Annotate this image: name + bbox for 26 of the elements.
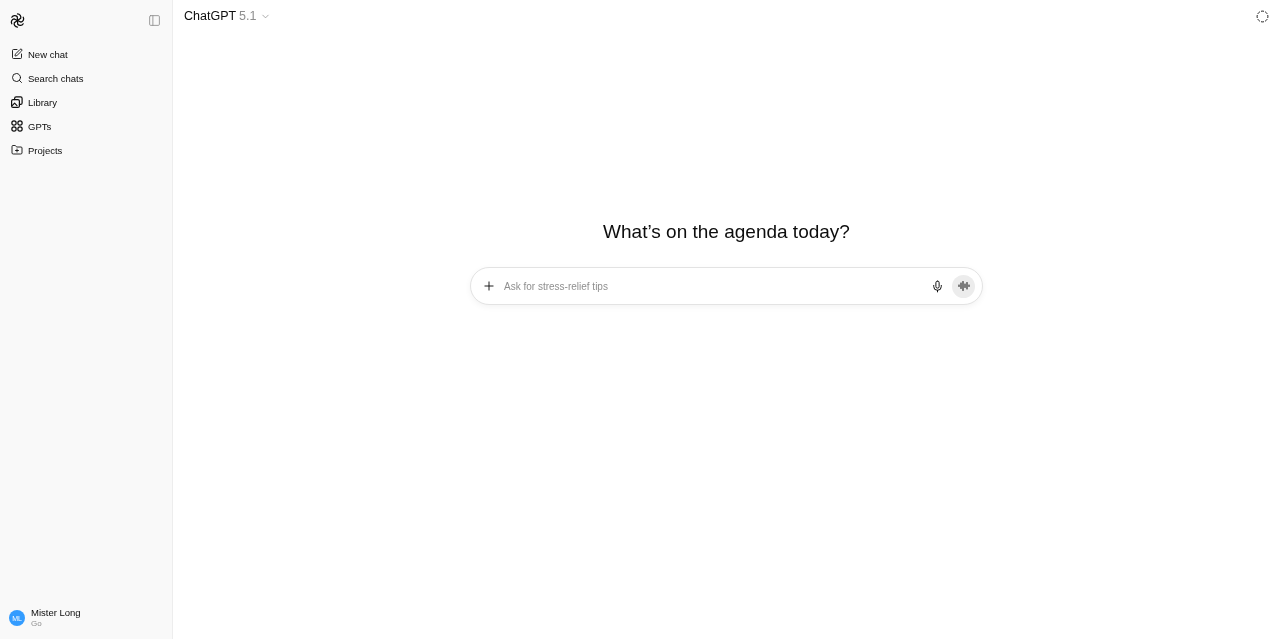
new-chat-icon	[11, 48, 23, 60]
dashed-circle-icon	[1256, 9, 1269, 23]
add-button[interactable]	[482, 279, 496, 293]
microphone-icon	[931, 279, 944, 293]
user-name: Mister Long	[31, 607, 81, 618]
sidebar-nav-item[interactable]: Search chats	[6, 66, 166, 90]
library-icon	[11, 96, 23, 108]
audio-lines-icon	[957, 280, 970, 292]
user-plan: Go	[31, 618, 43, 629]
logo-icon[interactable]	[10, 12, 25, 28]
plus-icon	[482, 279, 496, 293]
sidebar-nav-item[interactable]: Library	[6, 90, 166, 114]
voice-mode-button[interactable]	[952, 274, 975, 298]
sidebar-toggle-icon	[148, 13, 161, 27]
sidebar-nav-item[interactable]: Projects	[6, 138, 166, 162]
main-heading: What’s on the agenda today?	[603, 220, 850, 244]
temporary-chat-button[interactable]	[1256, 9, 1269, 23]
search-icon	[11, 72, 23, 84]
sidebar-toggle-button[interactable]	[148, 13, 161, 27]
sidebar-nav-item[interactable]: New chat	[6, 42, 166, 66]
grid-icon	[11, 120, 23, 132]
folder-plus-icon	[11, 144, 23, 156]
prompt-input[interactable]: Ask for stress-relief tips	[504, 280, 923, 292]
microphone-button[interactable]	[931, 279, 944, 293]
sidebar-nav-item[interactable]: GPTs	[6, 114, 166, 138]
model-selector[interactable]: ChatGPT 5.1	[184, 9, 271, 23]
